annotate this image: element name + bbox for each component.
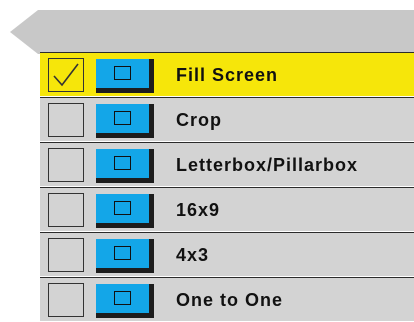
menu-item-label: Fill Screen [176, 65, 279, 85]
aspect-ratio-icon [96, 59, 154, 93]
aspect-ratio-icon [96, 284, 154, 318]
menu-item-label: 4x3 [176, 245, 210, 265]
menu-items-list: Fill Screen Crop Letterbox/Pillarbox 16x… [40, 52, 414, 322]
aspect-ratio-icon [96, 194, 154, 228]
menu-item-label: One to One [176, 290, 284, 310]
menu-item-label: Letterbox/Pillarbox [176, 155, 359, 175]
aspect-ratio-icon [96, 149, 154, 183]
menu-item-fill-screen[interactable]: Fill Screen [40, 52, 414, 96]
checkbox[interactable] [48, 193, 84, 227]
checkbox[interactable] [48, 58, 84, 92]
aspect-ratio-icon [96, 239, 154, 273]
menu-item-label: 16x9 [176, 200, 221, 220]
menu-item-label: Crop [176, 110, 222, 130]
aspect-ratio-icon [96, 104, 154, 138]
menu-item-one-to-one[interactable]: One to One [40, 277, 414, 321]
menu-item-16x9[interactable]: 16x9 [40, 187, 414, 231]
display-mode-menu: Fill Screen Crop Letterbox/Pillarbox 16x… [0, 0, 414, 322]
checkbox[interactable] [48, 148, 84, 182]
menu-item-letterbox-pillarbox[interactable]: Letterbox/Pillarbox [40, 142, 414, 186]
menu-item-4x3[interactable]: 4x3 [40, 232, 414, 276]
menu-item-crop[interactable]: Crop [40, 97, 414, 141]
checkmark-icon [53, 63, 79, 87]
checkbox[interactable] [48, 103, 84, 137]
checkbox[interactable] [48, 238, 84, 272]
checkbox[interactable] [48, 283, 84, 317]
